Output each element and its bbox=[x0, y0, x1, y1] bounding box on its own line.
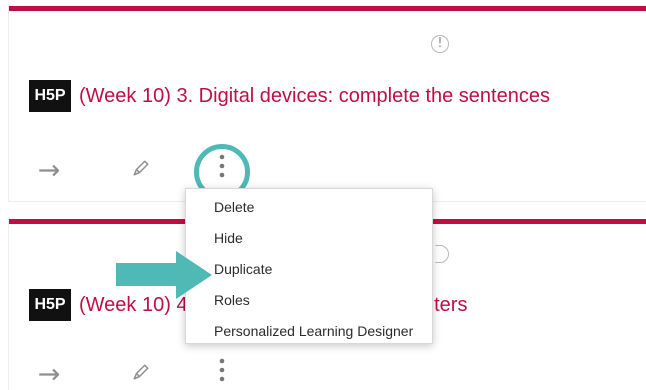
duplicate-menu-item[interactable]: Duplicate bbox=[214, 257, 272, 282]
h5p-logo: H5P bbox=[29, 80, 71, 112]
delete-menu-item[interactable]: Delete bbox=[214, 195, 254, 220]
kebab-menu-icon-svg bbox=[219, 358, 225, 382]
info-icon-partial[interactable] bbox=[435, 245, 449, 263]
kebab-menu-icon[interactable] bbox=[207, 151, 237, 181]
info-icon[interactable]: ! bbox=[431, 35, 449, 53]
card-accent-bar bbox=[9, 6, 646, 11]
arrow-right-glyph: → bbox=[37, 358, 61, 390]
arrow-right-icon[interactable]: → bbox=[34, 155, 64, 185]
kebab-menu-icon[interactable] bbox=[207, 355, 237, 385]
kebab-menu-icon-svg bbox=[219, 154, 225, 178]
arrow-right-glyph: → bbox=[37, 154, 61, 186]
hide-menu-item[interactable]: Hide bbox=[214, 226, 243, 251]
activity-actions-menu: Delete Hide Duplicate Roles Personalized… bbox=[185, 188, 433, 344]
pencil-icon[interactable] bbox=[126, 357, 156, 387]
roles-menu-item[interactable]: Roles bbox=[214, 288, 250, 313]
activity-card-week-10-3: ! H5P (Week 10) 3. Digital devices: comp… bbox=[8, 6, 646, 202]
pencil-icon-svg bbox=[133, 364, 149, 380]
pencil-icon-svg bbox=[133, 160, 149, 176]
pencil-icon[interactable] bbox=[126, 153, 156, 183]
activity-title-link-start[interactable]: (Week 10) 4 bbox=[79, 293, 188, 317]
h5p-logo: H5P bbox=[29, 289, 71, 321]
arrow-right-icon[interactable]: → bbox=[34, 359, 64, 389]
course-page: ! H5P (Week 10) 3. Digital devices: comp… bbox=[0, 0, 646, 390]
personalized-learning-designer-menu-item[interactable]: Personalized Learning Designer bbox=[214, 319, 413, 344]
activity-title-link[interactable]: (Week 10) 3. Digital devices: complete t… bbox=[79, 84, 550, 108]
